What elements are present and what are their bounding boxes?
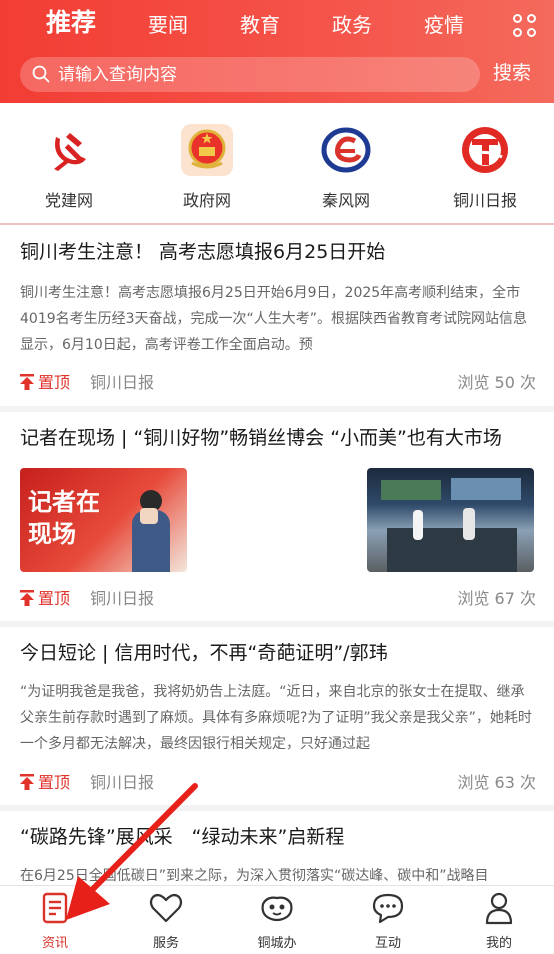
news-card[interactable]: 今日短论 | 信用时代，不再“奇葩证明”/郭玮 “为证明我爸是我爸，我将奶奶告上… (0, 627, 554, 811)
person-icon (485, 892, 513, 925)
view-count: 浏览 50 次 (457, 373, 536, 392)
pinned-badge: 置顶 (20, 770, 70, 796)
pinned-badge: 置顶 (20, 370, 70, 396)
article-meta: 置顶 铜川日报 浏览 67 次 (20, 586, 536, 612)
pinned-label: 置顶 (38, 773, 71, 792)
news-card[interactable]: “碳路先锋”展风采 “绿动未来”启新程 在6月25日全国低碳日”到来之际，为深入… (0, 811, 554, 885)
quick-link-label: 政府网 (182, 191, 231, 210)
article-meta: 置顶 铜川日报 浏览 63 次 (20, 770, 536, 796)
pinned-badge: 置顶 (20, 586, 70, 612)
view-count: 浏览 63 次 (457, 773, 536, 792)
article-title[interactable]: 铜川考生注意！ 高考志愿填报6月25日开始 (20, 238, 385, 266)
article-summary: “为证明我爸是我爸，我将奶奶告上法庭。“近日，来自北京的张女士在提取、继承父亲生… (20, 684, 532, 752)
nav-label: 互动 (374, 936, 401, 951)
search-icon (32, 65, 50, 83)
party-emblem-icon (54, 133, 86, 171)
quick-links: 党建网 政府网 秦风网 铜川日报 (0, 103, 554, 225)
reporter-on-site-image[interactable]: 记者在现场 (20, 468, 187, 572)
article-source: 铜川日报 (90, 373, 155, 392)
channel-tabs: 推荐 要闻 教育 政务 疫情 (0, 0, 554, 52)
nav-profile[interactable]: 我的 (444, 890, 554, 951)
tab-epidemic[interactable]: 疫情 (424, 10, 464, 40)
nav-label: 我的 (485, 936, 512, 951)
pin-top-icon (20, 373, 34, 390)
tab-recommend[interactable]: 推荐 (46, 8, 96, 38)
chat-bubble-icon (372, 893, 404, 924)
article-summary: 铜川考生注意！高考志愿填报6月25日开始6月9日，2025年高考顺利结束，全市4… (20, 285, 528, 353)
quick-link-label: 铜川日报 (452, 191, 517, 210)
article-summary: 在6月25日全国低碳日”到来之际，为深入贯彻落实“碳达峰、碳中和”战略目 (20, 868, 489, 884)
nav-city-service[interactable]: 铜城办 (222, 890, 332, 951)
qinfeng-logo-icon (321, 127, 371, 173)
tab-news[interactable]: 要闻 (148, 10, 188, 40)
expo-photo-image[interactable] (367, 468, 534, 572)
article-source: 铜川日报 (90, 589, 155, 608)
search-button[interactable]: 搜索 (493, 58, 531, 88)
national-emblem-icon (181, 124, 233, 176)
quick-link-label: 党建网 (44, 191, 93, 210)
quick-link-party[interactable]: 党建网 (14, 123, 124, 211)
article-title[interactable]: “碳路先锋”展风采 “绿动未来”启新程 (20, 823, 344, 851)
city-mascot-icon (261, 896, 293, 922)
image-caption: 记者在现场 (28, 487, 100, 548)
grid-icon[interactable] (513, 14, 537, 38)
quick-link-tongchuan-daily[interactable]: 铜川日报 (430, 123, 540, 211)
pinned-label: 置顶 (38, 373, 71, 392)
news-card[interactable]: 记者在现场 | “铜川好物”畅销丝博会 “小而美”也有大市场 记者在现场 置顶 … (0, 412, 554, 627)
view-count: 浏览 67 次 (457, 589, 536, 608)
quick-link-label: 秦风网 (321, 191, 370, 210)
news-card[interactable]: 铜川考生注意！ 高考志愿填报6月25日开始 铜川考生注意！高考志愿填报6月25日… (0, 226, 554, 412)
pin-top-icon (20, 773, 34, 790)
pinned-label: 置顶 (38, 589, 71, 608)
tab-education[interactable]: 教育 (240, 10, 280, 40)
quick-link-government[interactable]: 政府网 (152, 123, 262, 211)
article-title[interactable]: 记者在现场 | “铜川好物”畅销丝博会 “小而美”也有大市场 (20, 424, 502, 452)
nav-label: 资讯 (41, 936, 68, 951)
nav-interaction[interactable]: 互动 (333, 890, 443, 951)
article-source: 铜川日报 (90, 773, 155, 792)
nav-label: 服务 (152, 936, 179, 951)
nav-label: 铜城办 (257, 936, 297, 951)
tab-government[interactable]: 政务 (332, 10, 372, 40)
app-header: 推荐 要闻 教育 政务 疫情 搜索 (0, 0, 554, 103)
search-bar (20, 57, 480, 92)
pin-top-icon (20, 589, 34, 606)
nav-news[interactable]: 资讯 (0, 890, 110, 951)
article-meta: 置顶 铜川日报 浏览 50 次 (20, 370, 536, 396)
nav-services[interactable]: 服务 (111, 890, 221, 951)
quick-link-qinfeng[interactable]: 秦风网 (291, 123, 401, 211)
heart-icon (149, 893, 183, 923)
search-input[interactable] (58, 57, 458, 92)
news-document-icon (42, 892, 68, 924)
bottom-navigation: 资讯 服务 铜城办 互动 我的 (0, 885, 554, 954)
tongchuan-daily-logo-icon (462, 127, 508, 173)
article-title[interactable]: 今日短论 | 信用时代，不再“奇葩证明”/郭玮 (20, 639, 388, 667)
